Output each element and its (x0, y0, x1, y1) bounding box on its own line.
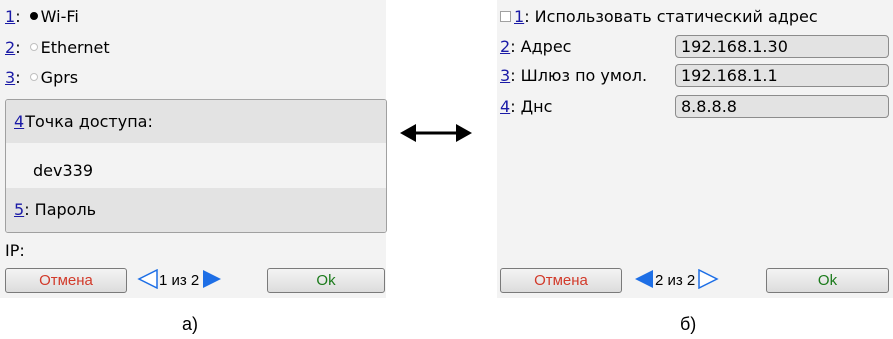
static-address-checkbox-row[interactable]: 1: Использовать статический адрес (500, 7, 818, 27)
radio-unchecked-icon[interactable] (29, 73, 38, 81)
option-number: 2 (5, 38, 16, 57)
option-number: 3 (5, 68, 16, 87)
dns-field[interactable]: 8.8.8.8 (675, 95, 889, 118)
radio-option-gprs[interactable]: 3: Gprs (5, 68, 78, 88)
prev-page-icon[interactable] (137, 268, 159, 290)
option-label: Wi-Fi (40, 7, 79, 26)
address-field[interactable]: 192.168.1.30 (675, 35, 889, 58)
dns-label-row: 4: Днс (500, 97, 553, 116)
next-page-icon[interactable] (201, 269, 223, 289)
page-indicator: 2 из 2 (655, 272, 696, 289)
radio-unchecked-icon[interactable] (29, 43, 38, 51)
caption-b: б) (680, 314, 697, 334)
static-address-label: Использовать статический адрес (534, 7, 818, 26)
pager: 1 из 2 (137, 268, 223, 293)
access-point-label: Точка доступа: (25, 112, 153, 131)
next-page-icon[interactable] (697, 268, 719, 290)
gateway-label: Шлюз по умол. (520, 66, 648, 85)
radio-checked-icon[interactable] (29, 12, 38, 20)
radio-option-wifi[interactable]: 1: Wi-Fi (5, 7, 79, 27)
ip-label: IP: (5, 241, 25, 260)
page-indicator: 1 из 2 (159, 272, 200, 289)
option-label: Gprs (40, 68, 79, 87)
option-number: 4 (500, 97, 511, 116)
caption-a: а) (182, 314, 199, 334)
gateway-label-row: 3: Шлюз по умол. (500, 66, 648, 85)
cancel-button[interactable]: Отмена (500, 268, 622, 293)
option-number: 2 (500, 37, 511, 56)
ok-button[interactable]: Ok (267, 268, 385, 293)
address-label-row: 2: Адрес (500, 37, 572, 56)
option-number: 5 (14, 200, 25, 219)
password-header[interactable]: 5: Пароль (6, 188, 386, 232)
prev-page-icon[interactable] (633, 269, 655, 289)
option-number: 1 (5, 7, 16, 26)
option-label: Ethernet (40, 38, 110, 57)
cancel-button[interactable]: Отмена (5, 268, 127, 293)
address-label: Адрес (520, 37, 572, 56)
ok-button[interactable]: Ok (766, 268, 889, 293)
access-point-value[interactable]: dev339 (33, 161, 93, 181)
double-arrow-icon (400, 124, 472, 142)
password-label: Пароль (34, 200, 97, 219)
checkbox-icon[interactable] (500, 11, 511, 22)
network-screen-a: 1: Wi-Fi 2: Ethernet 3: Gprs 4Точка дост… (0, 0, 387, 298)
radio-option-ethernet[interactable]: 2: Ethernet (5, 38, 110, 58)
pager: 2 из 2 (633, 268, 719, 293)
option-number: 4 (14, 112, 25, 131)
wifi-settings-group: 4Точка доступа: dev339 5: Пароль (5, 99, 387, 233)
option-number: 3 (500, 66, 511, 85)
gateway-field[interactable]: 192.168.1.1 (675, 64, 889, 87)
access-point-header[interactable]: 4Точка доступа: (6, 100, 386, 143)
option-number: 1 (514, 7, 525, 26)
dns-label: Днс (520, 97, 553, 116)
